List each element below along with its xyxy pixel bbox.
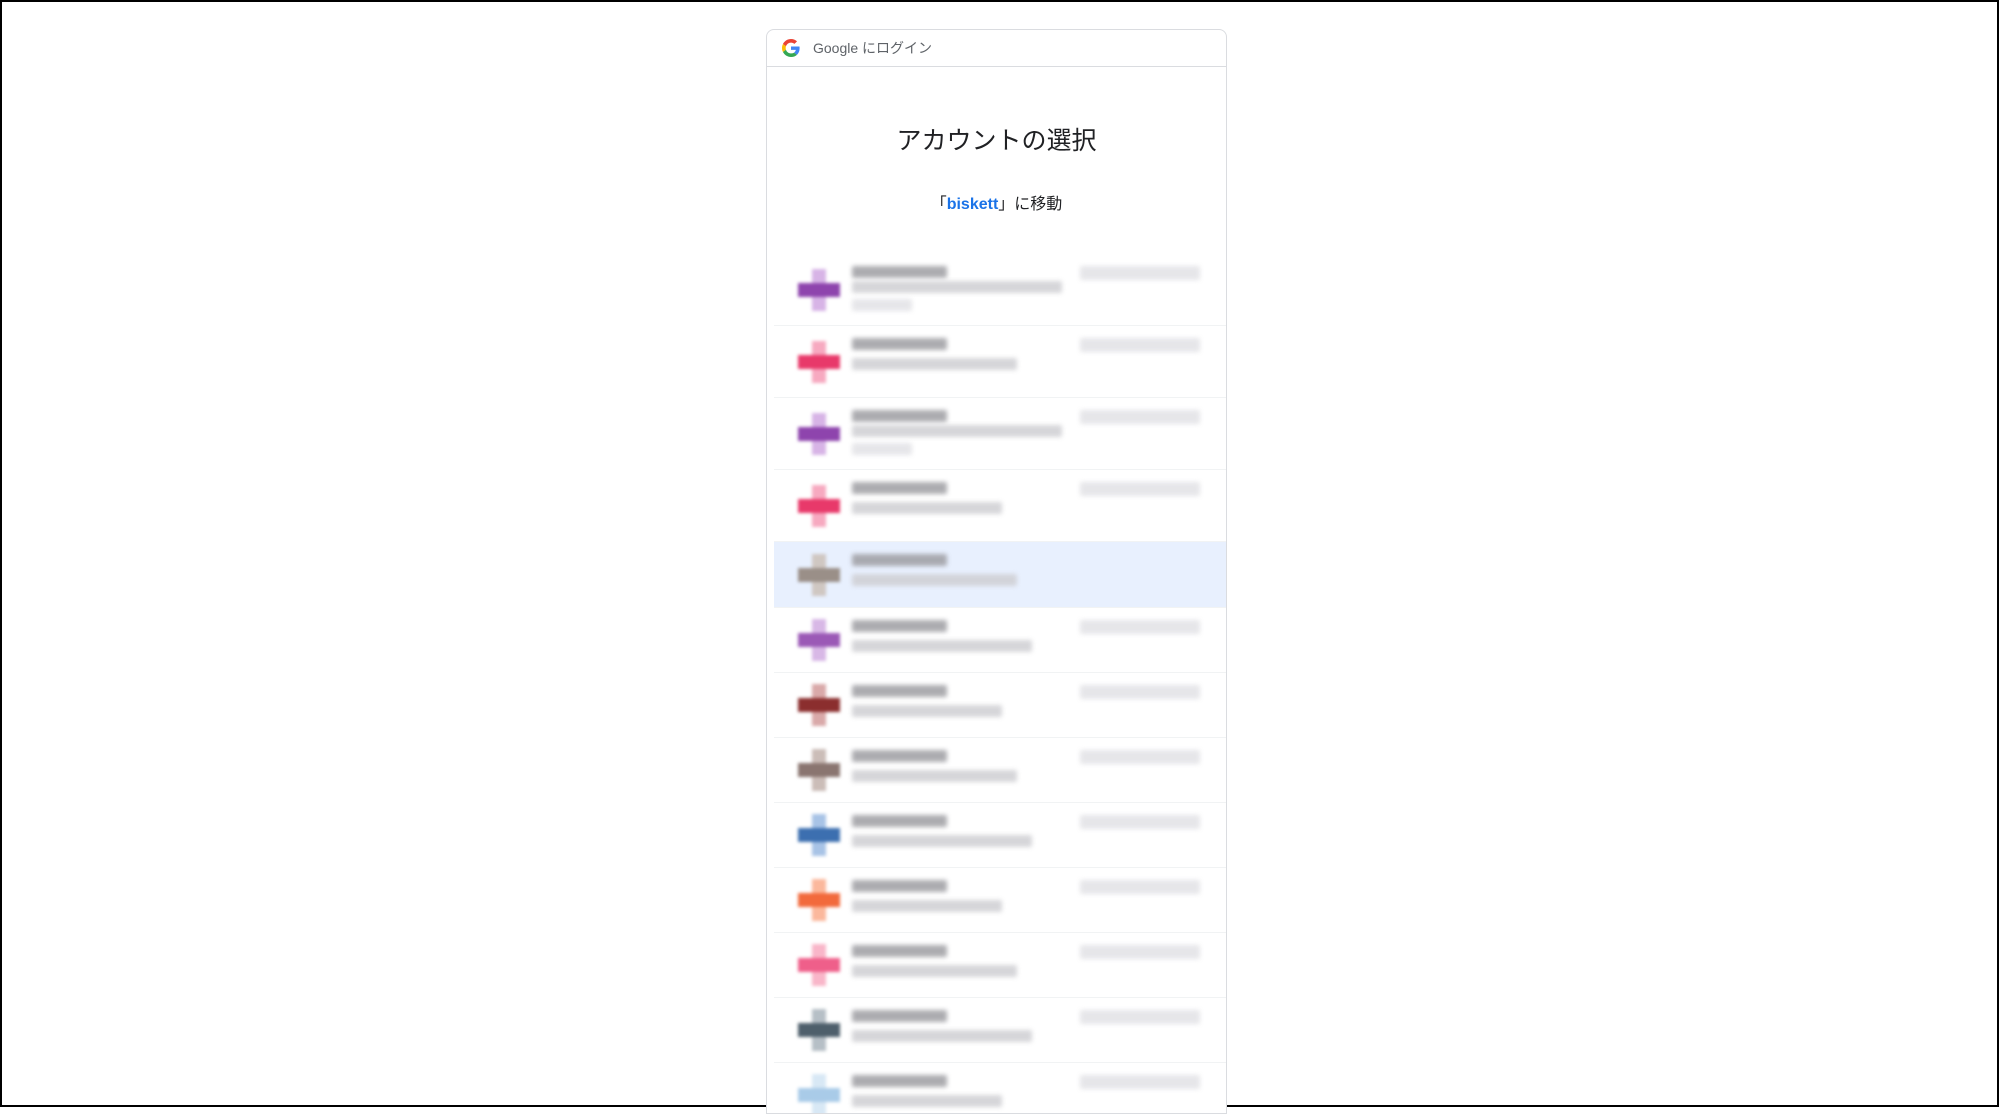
account-row[interactable] [774,933,1226,998]
redacted-block [1080,266,1200,280]
app-name-link[interactable]: biskett [947,196,999,213]
redacted-block [852,880,947,892]
account-redacted-text [774,326,1226,397]
redacted-block [1080,945,1200,959]
redacted-block [1080,880,1200,894]
redacted-block [852,554,947,566]
account-redacted-text [774,998,1226,1062]
screen-frame: Google にログイン アカウントの選択 「biskett」に移動 [0,0,1999,1114]
account-row[interactable] [774,326,1226,398]
redacted-block [852,410,947,422]
redacted-block [852,620,947,632]
account-redacted-text [774,542,1226,607]
redacted-block [852,338,947,350]
redacted-block [1080,410,1200,424]
account-row[interactable] [774,998,1226,1063]
account-redacted-text [774,1063,1226,1113]
redacted-block [1080,815,1200,829]
redacted-block [852,750,947,762]
subtitle-suffix: 」に移動 [998,196,1063,213]
redacted-block [852,482,947,494]
account-redacted-text [774,470,1226,541]
account-redacted-text [774,398,1226,469]
google-g-icon [782,39,800,57]
redacted-block [852,685,947,697]
redacted-block [1080,338,1200,352]
redacted-block [1080,1075,1200,1089]
account-row[interactable] [774,470,1226,542]
redacted-block [852,640,1032,652]
redacted-block [852,1030,1032,1042]
redacted-block [852,770,1017,782]
account-redacted-text [774,608,1226,672]
account-row[interactable] [774,673,1226,738]
redacted-block [1080,750,1200,764]
google-signin-popup: Google にログイン アカウントの選択 「biskett」に移動 [766,29,1227,1114]
account-row[interactable] [774,254,1226,326]
account-redacted-text [774,803,1226,867]
redacted-block [852,1075,947,1087]
account-row[interactable] [774,803,1226,868]
account-redacted-text [774,933,1226,997]
redacted-block [1080,620,1200,634]
redacted-block [852,299,912,311]
redacted-block [852,358,1017,370]
header-title: Google にログイン [813,40,933,56]
redacted-block [852,425,1062,437]
redacted-block [1080,1010,1200,1024]
redacted-block [1080,685,1200,699]
account-row[interactable] [774,542,1226,608]
redacted-block [852,815,947,827]
subtitle-prefix: 「 [930,196,947,213]
redacted-block [852,835,1032,847]
redacted-block [852,443,912,455]
redacted-block [852,900,1002,912]
account-row[interactable] [774,868,1226,933]
page-subtitle: 「biskett」に移動 [767,190,1226,214]
account-redacted-text [774,673,1226,737]
redacted-block [852,574,1017,586]
redacted-block [852,965,1017,977]
account-redacted-text [774,868,1226,932]
account-row[interactable] [774,608,1226,673]
popup-header: Google にログイン [767,30,1226,67]
redacted-block [852,266,947,278]
redacted-block [852,705,1002,717]
redacted-block [1080,482,1200,496]
account-redacted-text [774,254,1226,325]
redacted-block [852,1095,1002,1107]
account-row[interactable] [774,738,1226,803]
account-row[interactable] [774,1063,1226,1113]
redacted-block [852,502,1002,514]
account-row[interactable] [774,398,1226,470]
page-title: アカウントの選択 [896,127,1097,155]
account-redacted-text [774,738,1226,802]
redacted-block [852,945,947,957]
account-list [774,254,1226,1113]
redacted-block [852,1010,947,1022]
redacted-block [852,281,1062,293]
